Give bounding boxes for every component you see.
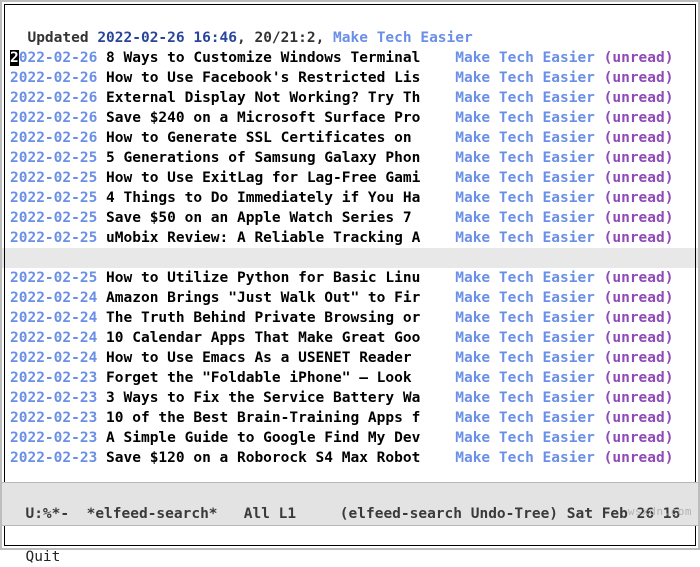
minibuffer[interactable]: Quit [2, 526, 698, 548]
minibuffer-text: Quit [25, 549, 60, 565]
modeline-buffer: *elfeed-search* [87, 506, 218, 522]
modeline-position: All L1 [244, 506, 296, 522]
modeline-status: U:%*- [25, 506, 69, 522]
mode-line: U:%*- *elfeed-search* All L1 (elfeed-sea… [2, 482, 698, 526]
watermark: wsxdn.com [628, 502, 692, 522]
modeline-modes: (elfeed-search Undo-Tree) [340, 506, 558, 522]
